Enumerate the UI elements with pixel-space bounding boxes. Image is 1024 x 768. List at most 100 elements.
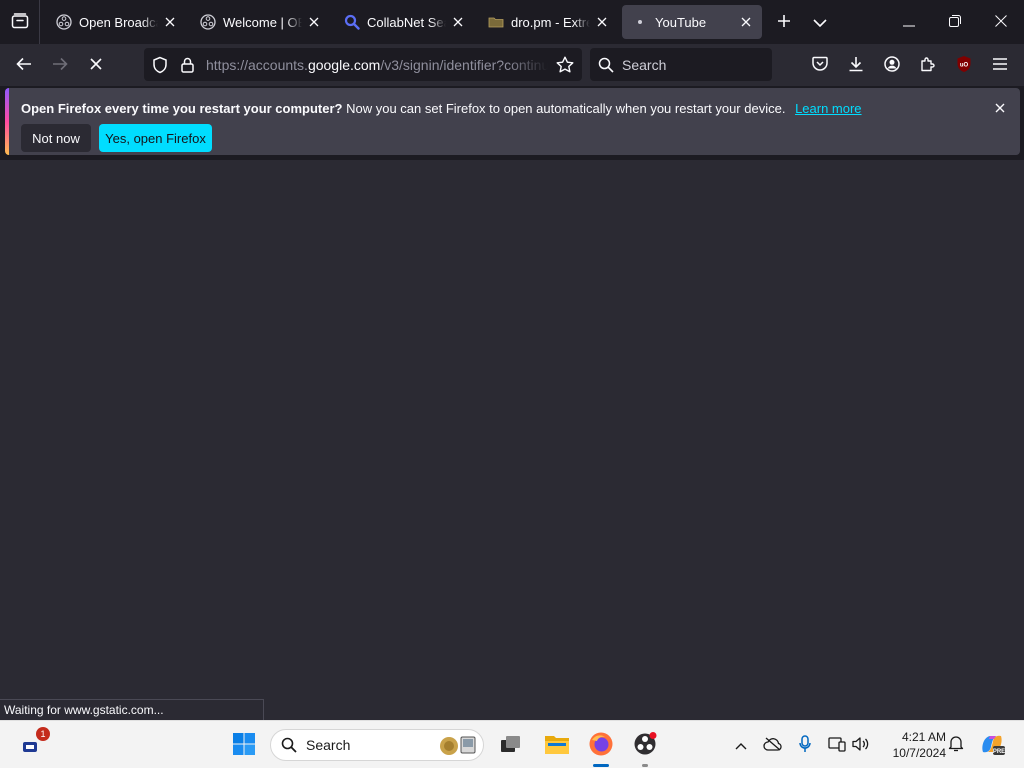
url-path: /v3/signin/identifier?continue=https%3A%… xyxy=(380,56,548,73)
new-tab-button[interactable] xyxy=(766,4,802,40)
firefox-icon xyxy=(588,731,614,760)
arrow-right-icon xyxy=(52,57,68,74)
svg-text:uO: uO xyxy=(960,62,969,68)
cloud-offline-icon xyxy=(763,737,783,754)
ublock-origin-button[interactable]: uO xyxy=(946,49,982,81)
chevron-down-icon xyxy=(813,15,827,30)
close-icon[interactable] xyxy=(306,14,322,30)
search-highlight-icon xyxy=(439,734,477,756)
account-button[interactable] xyxy=(874,49,910,81)
speaker-icon xyxy=(851,736,871,755)
yes-open-firefox-button[interactable]: Yes, open Firefox xyxy=(99,124,212,152)
running-indicator xyxy=(593,764,609,767)
copilot-icon: PRE xyxy=(979,732,1005,759)
close-notification-button[interactable] xyxy=(992,100,1008,116)
obs-icon xyxy=(200,14,216,30)
copilot-button[interactable]: PRE xyxy=(976,729,1008,761)
volume-button[interactable] xyxy=(845,729,877,761)
tab-title: dro.pm - Extremely simple file sharing xyxy=(511,14,590,30)
search-icon xyxy=(598,57,614,73)
not-now-button[interactable]: Not now xyxy=(21,124,91,152)
download-icon xyxy=(848,56,864,75)
close-icon[interactable] xyxy=(594,14,610,30)
notification-message: Open Firefox every time you restart your… xyxy=(21,101,862,116)
status-panel: Waiting for www.gstatic.com... xyxy=(0,699,264,720)
url-prefix: https://accounts. xyxy=(206,56,308,73)
close-icon xyxy=(995,14,1007,30)
bookmark-star-icon[interactable] xyxy=(548,56,582,73)
obs-icon xyxy=(56,14,72,30)
close-window-button[interactable] xyxy=(978,0,1024,44)
close-icon[interactable] xyxy=(738,14,754,30)
forward-button[interactable] xyxy=(44,49,76,81)
start-button[interactable] xyxy=(228,729,260,761)
obs-taskbar-button[interactable] xyxy=(629,729,661,767)
notification-text: Now you can set Firefox to open automati… xyxy=(346,101,786,116)
tab-overview-button[interactable] xyxy=(0,0,40,44)
navigation-toolbar: https://accounts.google.com/v3/signin/id… xyxy=(0,44,1024,86)
folder-icon xyxy=(544,733,570,758)
tab-dro-pm[interactable]: dro.pm - Extremely simple file sharing xyxy=(478,5,618,39)
ublock-icon: uO xyxy=(956,55,972,76)
minimize-button[interactable] xyxy=(886,0,932,44)
search-input[interactable]: Search xyxy=(590,48,772,81)
tab-collabnet-searxng[interactable]: CollabNet SearXNG xyxy=(334,5,474,39)
search-icon xyxy=(344,14,360,30)
folder-icon xyxy=(488,14,504,30)
close-icon[interactable] xyxy=(450,14,466,30)
list-all-tabs-button[interactable] xyxy=(802,4,838,40)
task-view-icon xyxy=(500,735,522,756)
arrow-left-icon xyxy=(16,57,32,74)
tab-welcome-obs[interactable]: Welcome | OBS xyxy=(190,5,330,39)
pocket-button[interactable] xyxy=(802,49,838,81)
clock[interactable]: 4:21 AM 10/7/2024 xyxy=(878,729,946,761)
url-text[interactable]: https://accounts.google.com/v3/signin/id… xyxy=(206,57,548,73)
clock-time: 4:21 AM xyxy=(901,730,946,744)
search-placeholder: Search xyxy=(622,56,667,73)
tab-title: YouTube xyxy=(655,14,707,30)
restore-icon xyxy=(949,14,961,30)
page-content xyxy=(0,160,1024,720)
notification-title: Open Firefox every time you restart your… xyxy=(21,101,343,116)
widgets-button[interactable]: 1 xyxy=(16,727,50,761)
close-icon[interactable] xyxy=(162,14,178,30)
tab-strip: Open Broadcaster Software | OBS Welcome … xyxy=(0,0,1024,44)
windows-taskbar: 1 Search 4:21 AM 10/7/2024 PRE xyxy=(0,720,1024,768)
stop-button[interactable] xyxy=(80,49,112,81)
url-domain: google.com xyxy=(307,56,381,73)
running-indicator xyxy=(642,764,648,767)
search-icon xyxy=(281,737,297,753)
taskbar-search-placeholder: Search xyxy=(306,737,351,753)
restore-button[interactable] xyxy=(932,0,978,44)
bell-icon xyxy=(948,735,964,755)
taskbar-search[interactable]: Search xyxy=(270,729,484,761)
back-button[interactable] xyxy=(8,49,40,81)
address-bar[interactable]: https://accounts.google.com/v3/signin/id… xyxy=(144,48,582,81)
network-icon xyxy=(828,736,846,755)
task-view-button[interactable] xyxy=(495,729,527,761)
svg-text:PRE: PRE xyxy=(993,749,1005,755)
chevron-up-icon xyxy=(735,738,747,753)
tab-open-broadcaster[interactable]: Open Broadcaster Software | OBS xyxy=(46,5,186,39)
firefox-taskbar-button[interactable] xyxy=(585,729,617,767)
lock-icon[interactable] xyxy=(176,57,198,73)
shield-icon[interactable] xyxy=(144,56,176,74)
loading-dot-icon xyxy=(632,14,648,30)
show-hidden-icons-button[interactable] xyxy=(725,729,757,761)
account-icon xyxy=(884,55,900,75)
tab-youtube[interactable]: YouTube xyxy=(622,5,762,39)
puzzle-icon xyxy=(920,56,936,75)
plus-icon xyxy=(777,14,791,31)
onedrive-button[interactable] xyxy=(757,729,789,761)
file-explorer-button[interactable] xyxy=(541,729,573,761)
notification-badge: 1 xyxy=(36,727,50,741)
obs-icon xyxy=(633,731,657,759)
menu-button[interactable] xyxy=(982,49,1018,81)
notifications-button[interactable] xyxy=(940,729,972,761)
minimize-icon xyxy=(903,15,915,30)
microphone-button[interactable] xyxy=(789,729,821,761)
downloads-button[interactable] xyxy=(838,49,874,81)
extensions-button[interactable] xyxy=(910,49,946,81)
tab-overview-icon xyxy=(11,12,29,32)
learn-more-link[interactable]: Learn more xyxy=(795,101,861,116)
